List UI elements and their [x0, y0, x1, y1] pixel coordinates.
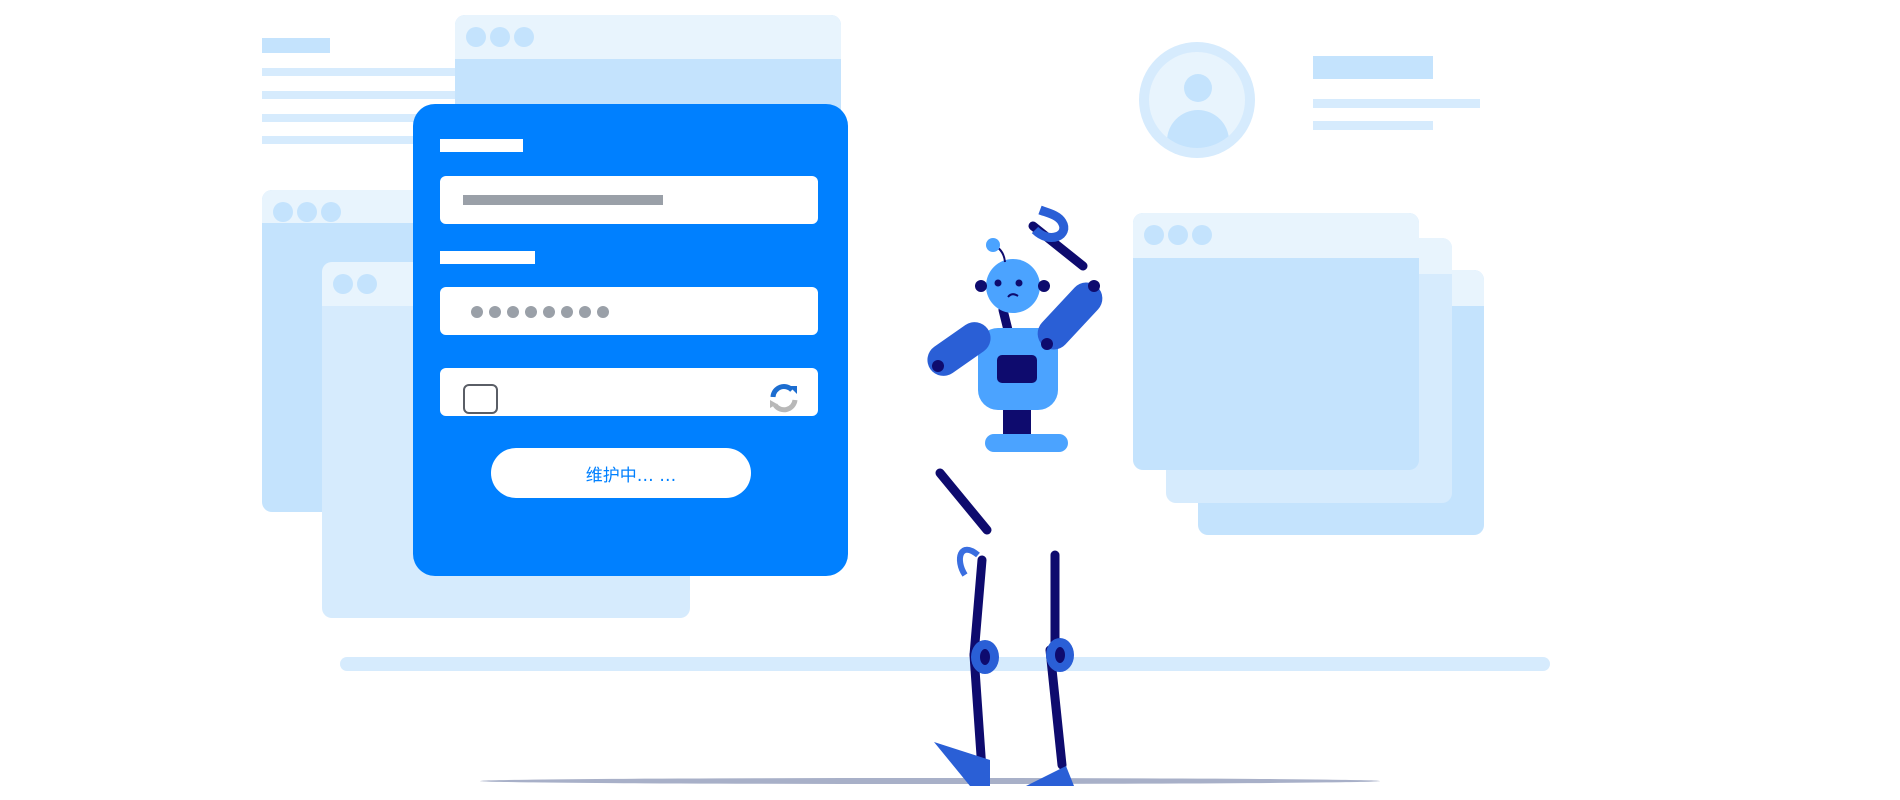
robot-illustration [927, 205, 1103, 786]
